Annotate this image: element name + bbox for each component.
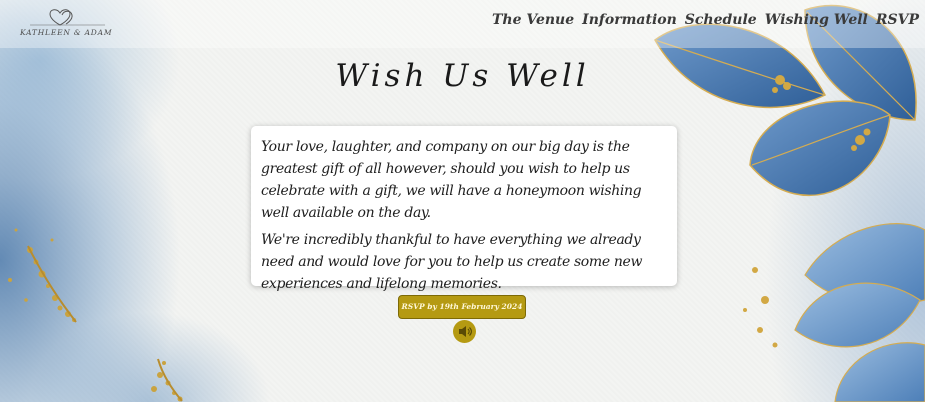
nav-item-rsvp[interactable]: RSVP [876, 12, 919, 28]
nav-item-wishing-well[interactable]: Wishing Well [765, 12, 868, 28]
nav-item-the-venue[interactable]: The Venue [492, 12, 574, 28]
gold-leaf-decoration-left [8, 228, 77, 323]
gold-leaf-decoration-bottom [151, 358, 183, 402]
nav-item-schedule[interactable]: Schedule [685, 12, 757, 28]
speaker-icon [459, 326, 472, 337]
heart-monogram-icon [30, 9, 105, 26]
rsvp-button[interactable]: RSVP by 19th February 2024 [398, 295, 526, 319]
message-card: Your love, laughter, and company on our … [251, 126, 677, 292]
audio-toggle-button[interactable] [453, 320, 476, 343]
site-header: KATHLEEN & ADAM The Venue Information Sc… [0, 0, 925, 48]
logo-text: KATHLEEN & ADAM [20, 28, 113, 37]
couple-logo[interactable]: KATHLEEN & ADAM [20, 6, 120, 40]
message-paragraph-1: Your love, laughter, and company on our … [261, 139, 642, 221]
page-title: Wish Us Well [335, 58, 590, 94]
nav-item-information[interactable]: Information [582, 12, 677, 28]
main-navigation: The Venue Information Schedule Wishing W… [492, 12, 919, 28]
message-paragraph-2: We're incredibly thankful to have everyt… [261, 232, 643, 292]
